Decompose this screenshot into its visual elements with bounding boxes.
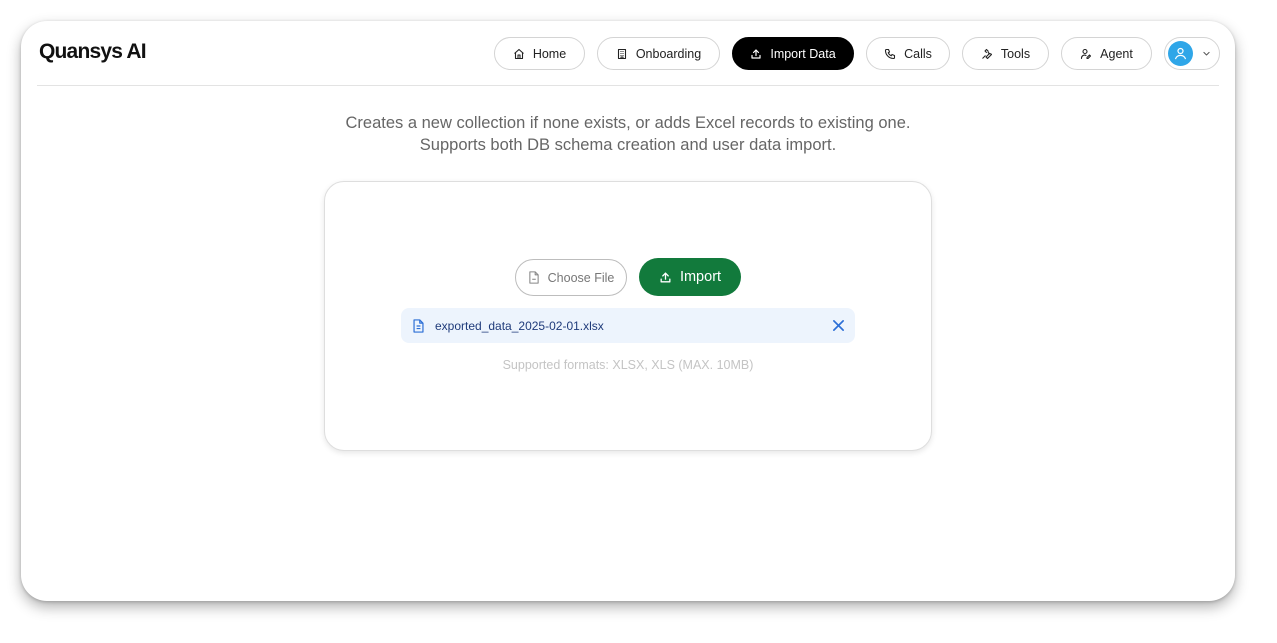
nav-agent-button[interactable]: Agent <box>1061 37 1152 70</box>
selected-file-chip: exported_data_2025-02-01.xlsx <box>401 308 855 343</box>
user-edit-icon <box>1081 48 1092 59</box>
nav-tools-button[interactable]: Tools <box>962 37 1049 70</box>
page-description: Creates a new collection if none exists,… <box>21 112 1235 156</box>
phone-icon <box>885 48 896 59</box>
nav-calls-label: Calls <box>904 46 932 61</box>
nav-agent-label: Agent <box>1100 46 1133 61</box>
app-window: Quansys AI Home Onboarding Import Data C… <box>21 21 1235 601</box>
choose-file-button[interactable]: Choose File <box>515 259 627 296</box>
description-line-2: Supports both DB schema creation and use… <box>419 136 837 154</box>
nav-onboarding-button[interactable]: Onboarding <box>597 37 720 70</box>
user-menu-button[interactable] <box>1164 37 1220 70</box>
nav-home-button[interactable]: Home <box>494 37 585 70</box>
user-icon <box>1174 47 1187 60</box>
close-icon <box>833 320 844 331</box>
nav-import-data-label: Import Data <box>770 46 836 61</box>
header-divider <box>37 85 1219 86</box>
building-icon <box>617 48 626 59</box>
selected-file-name: exported_data_2025-02-01.xlsx <box>435 318 604 333</box>
import-button[interactable]: Import <box>639 258 741 296</box>
wrench-icon <box>982 48 992 59</box>
remove-file-button[interactable] <box>832 319 845 332</box>
import-label: Import <box>679 269 722 285</box>
description-line-1: Creates a new collection if none exists,… <box>345 114 911 132</box>
choose-file-label: Choose File <box>547 270 615 285</box>
nav-calls-button[interactable]: Calls <box>866 37 950 70</box>
supported-formats-text: Supported formats: XLSX, XLS (MAX. 10MB) <box>502 358 754 372</box>
app-logo: Quansys AI <box>39 40 147 63</box>
nav-import-data-button[interactable]: Import Data <box>732 37 854 70</box>
document-icon <box>412 318 425 333</box>
nav-home-label: Home <box>532 46 567 61</box>
import-card: Choose File Import exported_data_2025-02… <box>324 181 932 451</box>
nav-onboarding-label: Onboarding <box>635 46 702 61</box>
chevron-down-icon <box>1202 49 1211 58</box>
home-icon <box>513 48 524 59</box>
upload-icon <box>660 272 671 282</box>
avatar <box>1168 41 1193 66</box>
file-icon <box>528 271 539 284</box>
nav-tools-label: Tools <box>1000 46 1031 61</box>
upload-icon <box>751 48 761 59</box>
